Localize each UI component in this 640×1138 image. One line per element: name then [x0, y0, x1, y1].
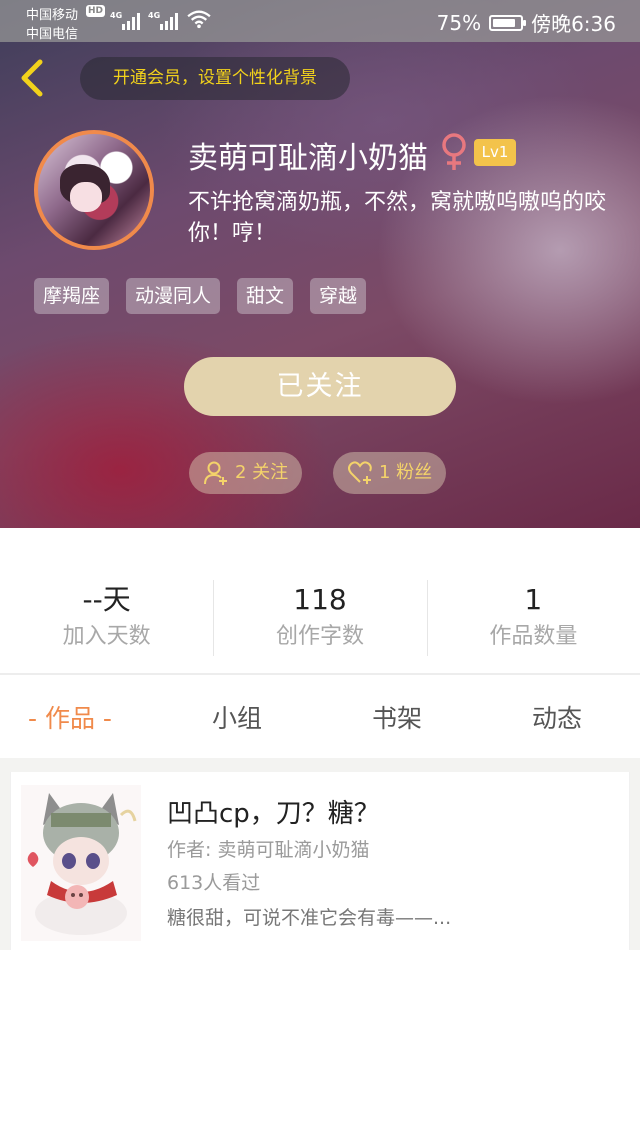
user-add-icon	[204, 461, 227, 485]
stat-works-count: 1 作品数量	[426, 580, 640, 656]
stats-row: --天 加入天数 118 创作字数 1 作品数量	[0, 580, 640, 656]
avatar[interactable]	[34, 130, 154, 250]
tag-item[interactable]: 摩羯座	[34, 278, 110, 314]
battery-icon	[489, 14, 527, 31]
tab-activity[interactable]: 动态	[532, 694, 582, 744]
tag-item[interactable]: 穿越	[310, 278, 367, 314]
signal-icon-2: 4G	[148, 11, 178, 30]
back-button[interactable]	[14, 56, 54, 100]
work-description: 糖很甜，可说不准它会有毒——...	[167, 907, 452, 929]
section-separator	[630, 772, 640, 950]
following-count: 2 关注	[235, 462, 289, 483]
stat-value: 1	[524, 583, 543, 616]
chevron-left-icon	[21, 59, 43, 97]
svg-text:4G: 4G	[110, 11, 122, 20]
heart-add-icon	[348, 461, 372, 484]
signal-icon-1: 4G	[110, 11, 140, 30]
followers-count: 1 粉丝	[379, 462, 433, 483]
following-button[interactable]: 2 关注	[189, 452, 303, 494]
stat-word-count: 118 创作字数	[213, 580, 426, 656]
svg-text:4G: 4G	[148, 11, 160, 20]
work-cover-image[interactable]	[21, 785, 141, 941]
stat-label: 加入天数	[62, 624, 151, 649]
profile-header: 中国移动 HD 4G 4G 中国电信 75% 傍晚6:36 开通会员，设置个性化…	[0, 0, 640, 528]
stat-label: 创作字数	[275, 624, 364, 649]
vip-background-banner[interactable]: 开通会员，设置个性化背景	[80, 57, 350, 100]
tag-item[interactable]: 动漫同人	[126, 278, 221, 314]
follow-button[interactable]: 已关注	[184, 357, 456, 416]
profile-page: 中国移动 HD 4G 4G 中国电信 75% 傍晚6:36 开通会员，设置个性化…	[0, 0, 640, 1138]
stat-value: --天	[82, 583, 131, 616]
tag-item[interactable]: 甜文	[237, 278, 294, 314]
followers-button[interactable]: 1 粉丝	[333, 452, 447, 494]
tab-bookshelf[interactable]: 书架	[372, 694, 422, 744]
work-title[interactable]: 凹凸cp，刀？糖？	[167, 793, 380, 830]
divider	[0, 673, 640, 675]
clock: 傍晚6:36	[531, 12, 616, 36]
tab-groups[interactable]: 小组	[212, 694, 262, 744]
carrier-secondary: 中国电信	[26, 27, 79, 42]
hd-badge: HD	[86, 5, 106, 17]
female-gender-icon	[442, 133, 466, 170]
section-separator	[0, 758, 640, 772]
stat-join-days: --天 加入天数	[0, 580, 213, 656]
username: 卖萌可耻滴小奶猫	[188, 141, 428, 176]
work-views: 613人看过	[167, 872, 261, 894]
section-separator	[0, 772, 10, 950]
stat-value: 118	[293, 583, 347, 616]
profile-tabs: - 作品 - 小组 书架 动态	[0, 694, 640, 744]
tab-works[interactable]: - 作品 -	[28, 694, 112, 744]
tag-list: 摩羯座 动漫同人 甜文 穿越	[34, 278, 367, 314]
level-badge: Lv1	[474, 139, 516, 166]
profile-bio: 不许抢窝滴奶瓶，不然，窝就嗷呜嗷呜的咬你！哼！	[188, 190, 607, 246]
battery-percent: 75%	[436, 10, 482, 35]
status-bar: 中国移动 HD 4G 4G 中国电信 75% 傍晚6:36	[0, 0, 640, 42]
carrier-primary: 中国移动	[26, 8, 79, 23]
stat-label: 作品数量	[489, 624, 578, 649]
work-author: 作者: 卖萌可耻滴小奶猫	[167, 839, 370, 861]
wifi-icon	[187, 10, 211, 29]
